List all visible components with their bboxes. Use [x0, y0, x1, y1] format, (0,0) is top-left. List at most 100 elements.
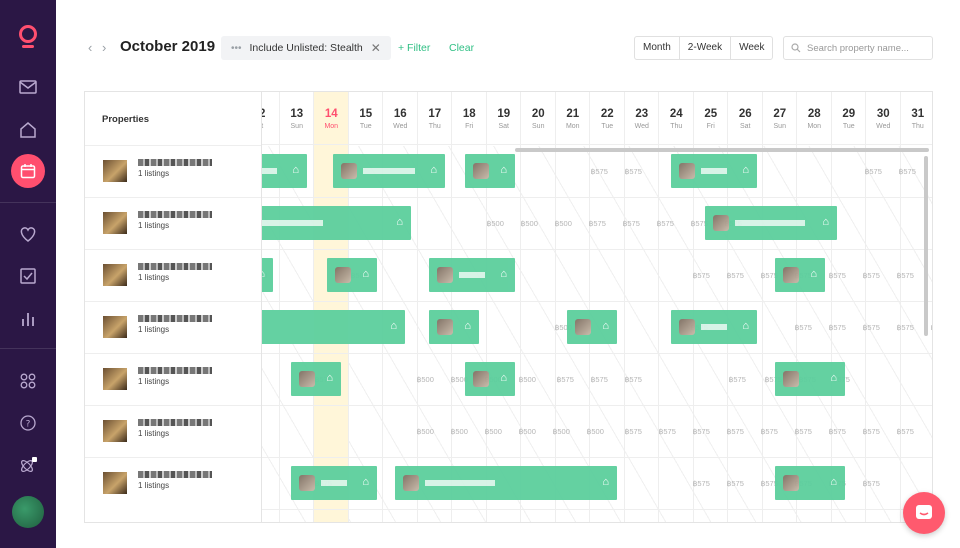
home-icon[interactable] — [0, 114, 56, 144]
prev-month-button[interactable]: ‹ — [88, 40, 92, 55]
analytics-icon[interactable] — [0, 304, 56, 334]
nightly-price[interactable]: ฿575 — [582, 375, 617, 384]
nightly-price[interactable]: ฿575 — [582, 167, 617, 176]
search-input[interactable]: Search property name... — [807, 43, 909, 54]
nightly-price[interactable]: ฿575 — [616, 167, 651, 176]
reservation-bar[interactable]: ⌂ — [291, 466, 377, 500]
add-filter-button[interactable]: + Filter — [398, 42, 430, 54]
reservation-bar[interactable]: ⌂ — [395, 466, 617, 500]
nightly-price[interactable]: ฿575 — [548, 375, 583, 384]
search-box[interactable]: Search property name... — [783, 36, 933, 60]
nightly-price[interactable]: ฿575 — [888, 427, 923, 436]
integrations-icon[interactable] — [0, 450, 56, 480]
chat-icon — [916, 505, 932, 519]
reservation-bar[interactable]: ⌂ — [465, 362, 515, 396]
reservation-bar[interactable]: ⌂ — [291, 362, 341, 396]
reservation-bar[interactable]: ⌂ — [465, 154, 515, 188]
reservation-bar[interactable]: ⌂ — [333, 154, 445, 188]
nightly-price[interactable]: ฿575 — [684, 427, 719, 436]
sidebar-divider — [0, 202, 56, 203]
horizontal-scrollbar[interactable] — [515, 148, 929, 152]
nightly-price[interactable]: ฿500 — [546, 219, 581, 228]
user-avatar[interactable] — [12, 496, 44, 528]
heart-icon[interactable] — [0, 219, 56, 249]
nightly-price[interactable]: ฿500 — [442, 427, 477, 436]
nightly-price[interactable]: ฿575 — [616, 427, 651, 436]
nightly-price[interactable]: ฿575 — [854, 323, 889, 332]
chat-launcher-button[interactable] — [903, 492, 945, 534]
nightly-price[interactable]: ฿575 — [648, 219, 683, 228]
nightly-price[interactable]: ฿575 — [580, 219, 615, 228]
property-row[interactable]: 1 listings — [85, 249, 261, 302]
nightly-price[interactable]: ฿575 — [888, 323, 923, 332]
filter-chip-label: Include Unlisted: Stealth — [249, 42, 363, 54]
logo-icon[interactable] — [0, 22, 56, 52]
inbox-icon[interactable] — [0, 72, 56, 102]
reservation-bar[interactable]: ⌂ — [671, 154, 757, 188]
nightly-price[interactable]: ฿575 — [890, 167, 925, 176]
day-number: 23 — [635, 108, 649, 120]
clear-filters-button[interactable]: Clear — [449, 42, 474, 54]
nightly-price[interactable]: ฿575 — [786, 427, 821, 436]
reservation-bar[interactable]: ⌂ — [671, 310, 757, 344]
apps-grid-icon[interactable] — [0, 366, 56, 396]
guest-avatar — [437, 319, 453, 335]
help-icon[interactable]: ? — [0, 408, 56, 438]
nightly-price[interactable]: ฿575 — [854, 479, 889, 488]
nightly-price[interactable]: ฿500 — [478, 219, 513, 228]
nightly-price[interactable]: ฿575 — [718, 479, 753, 488]
nightly-price[interactable]: ฿575 — [820, 323, 855, 332]
nightly-price[interactable]: ฿500 — [408, 427, 443, 436]
nightly-price[interactable]: ฿575 — [752, 427, 787, 436]
nightly-price[interactable]: ฿575 — [720, 375, 755, 384]
nightly-price[interactable]: ฿575 — [718, 427, 753, 436]
nightly-price[interactable]: ฿575 — [854, 427, 889, 436]
property-row[interactable]: 1 listings — [85, 405, 261, 458]
reservation-bar[interactable]: ⌂ — [327, 258, 377, 292]
view-week-button[interactable]: Week — [731, 37, 772, 59]
nightly-price[interactable]: ฿575 — [854, 271, 889, 280]
reservation-bar[interactable]: ⌂ — [429, 258, 515, 292]
calendar-icon[interactable] — [0, 156, 56, 186]
nightly-price[interactable]: ฿575 — [856, 167, 891, 176]
reservation-bar[interactable]: ⌂ — [705, 206, 837, 240]
filter-chip[interactable]: ••• Include Unlisted: Stealth ✕ — [221, 36, 391, 60]
nightly-price[interactable]: ฿575 — [718, 271, 753, 280]
nightly-price[interactable]: ฿500 — [476, 427, 511, 436]
reservation-bar[interactable]: ⌂ — [567, 310, 617, 344]
property-row[interactable]: 1 listings — [85, 353, 261, 406]
airbnb-icon: ⌂ — [810, 268, 817, 280]
property-row[interactable]: 1 listings — [85, 301, 261, 354]
close-icon[interactable]: ✕ — [371, 41, 381, 55]
nightly-price[interactable]: ฿575 — [786, 323, 821, 332]
listings-count: 1 listings — [138, 169, 170, 178]
reservation-bar[interactable]: ⌂ — [429, 310, 479, 344]
reservation-bar[interactable]: ⌂ — [775, 466, 845, 500]
nightly-price[interactable]: ฿575 — [616, 375, 651, 384]
nightly-price[interactable]: ฿575 — [614, 219, 649, 228]
nightly-price[interactable]: ฿575 — [684, 479, 719, 488]
view-2week-button[interactable]: 2-Week — [680, 37, 732, 59]
nightly-price[interactable]: ฿500 — [578, 427, 613, 436]
nightly-price[interactable]: ฿575 — [820, 427, 855, 436]
nightly-price[interactable]: ฿500 — [408, 375, 443, 384]
nightly-price[interactable]: ฿500 — [510, 427, 545, 436]
view-month-button[interactable]: Month — [635, 37, 680, 59]
nightly-price[interactable]: ฿575 — [820, 271, 855, 280]
reservation-bar[interactable]: ⌂ — [775, 362, 845, 396]
nightly-price[interactable]: ฿500 — [510, 375, 545, 384]
property-row[interactable]: 1 listings — [85, 145, 261, 198]
nightly-price[interactable]: ฿500 — [512, 219, 547, 228]
day-number: 14 — [324, 108, 338, 120]
reservation-bar[interactable]: ⌂ — [775, 258, 825, 292]
property-row[interactable]: 1 listings — [85, 197, 261, 250]
next-month-button[interactable]: › — [102, 40, 106, 55]
sidebar-divider — [0, 348, 56, 349]
nightly-price[interactable]: ฿575 — [684, 271, 719, 280]
nightly-price[interactable]: ฿500 — [544, 427, 579, 436]
vertical-scrollbar[interactable] — [924, 156, 928, 336]
nightly-price[interactable]: ฿575 — [888, 271, 923, 280]
checkbox-icon[interactable] — [0, 261, 56, 291]
property-row[interactable]: 1 listings — [85, 457, 261, 510]
nightly-price[interactable]: ฿575 — [650, 427, 685, 436]
